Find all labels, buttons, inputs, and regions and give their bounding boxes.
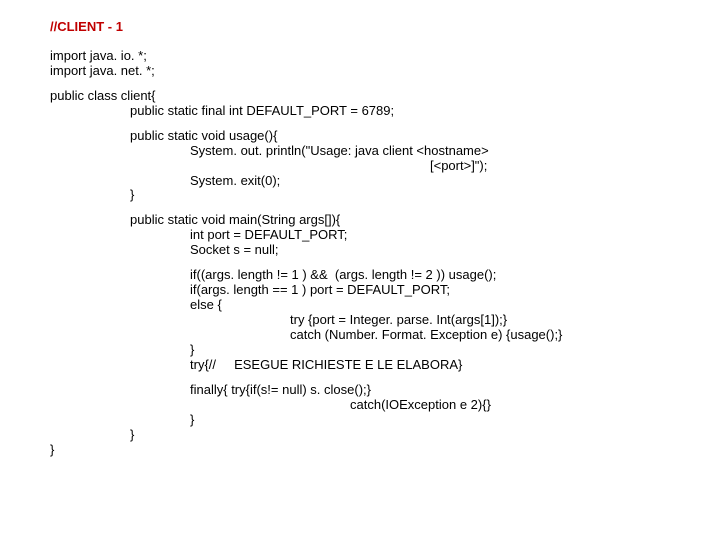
code-line: try {port = Integer. parse. Int(args[1])…	[50, 313, 720, 328]
code-line: if(args. length == 1 ) port = DEFAULT_PO…	[50, 283, 720, 298]
close-brace: }	[50, 428, 720, 443]
code-line: int port = DEFAULT_PORT;	[50, 228, 720, 243]
imports-block: import java. io. *; import java. net. *;	[50, 49, 720, 79]
code-line: finally{ try{if(s!= null) s. close();}	[50, 383, 720, 398]
code-line: [<port>]");	[50, 159, 720, 174]
close-brace: }	[50, 188, 720, 203]
code-line: System. exit(0);	[50, 174, 720, 189]
field-declaration: public static final int DEFAULT_PORT = 6…	[50, 104, 720, 119]
close-brace: }	[50, 413, 720, 428]
code-line: }	[50, 343, 720, 358]
close-brace: }	[50, 443, 720, 458]
method-signature: public static void main(String args[]){	[50, 213, 720, 228]
code-line: catch (Number. Format. Exception e) {usa…	[50, 328, 720, 343]
code-line: else {	[50, 298, 720, 313]
class-declaration: public class client{	[50, 89, 720, 104]
slide-title: //CLIENT - 1	[50, 20, 720, 35]
import-line: import java. net. *;	[50, 64, 720, 79]
method-signature: public static void usage(){	[50, 129, 720, 144]
code-line: Socket s = null;	[50, 243, 720, 258]
code-slide: //CLIENT - 1 import java. io. *; import …	[0, 0, 720, 457]
code-line: System. out. println("Usage: java client…	[50, 144, 720, 159]
code-line: try{// ESEGUE RICHIESTE E LE ELABORA}	[50, 358, 720, 373]
code-line: catch(IOException e 2){}	[50, 398, 720, 413]
import-line: import java. io. *;	[50, 49, 720, 64]
code-line: if((args. length != 1 ) && (args. length…	[50, 268, 720, 283]
